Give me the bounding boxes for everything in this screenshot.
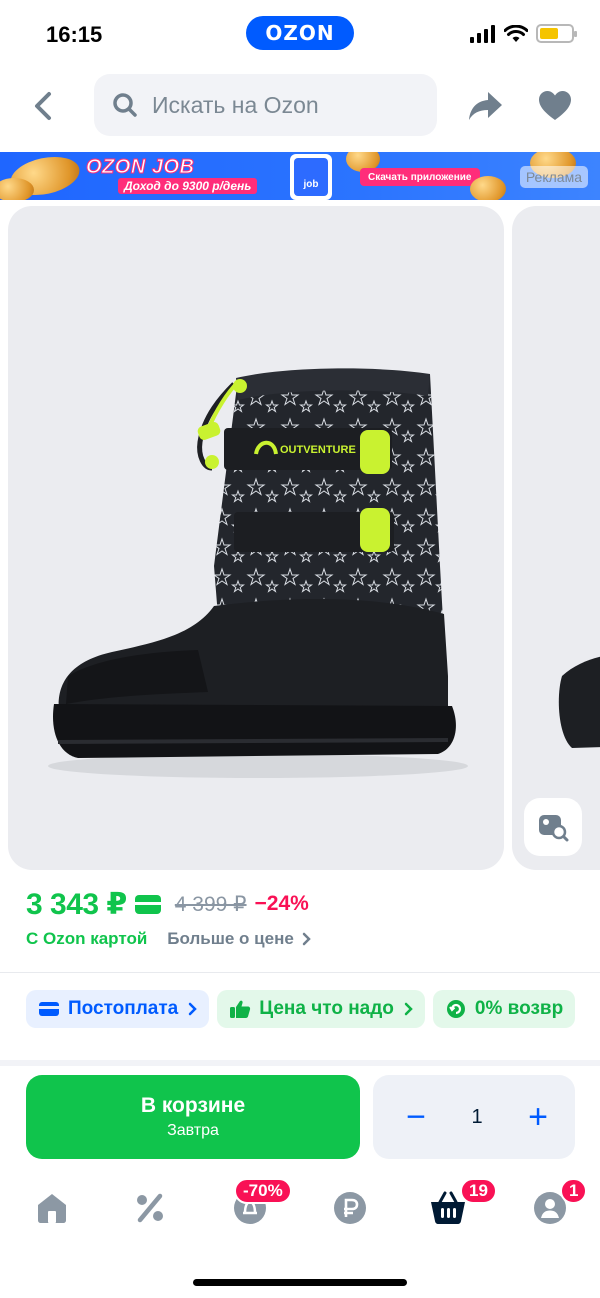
feature-chips: Постоплата Цена что надо 0% возвр [26,990,576,1030]
header [0,72,600,138]
chip-postpay[interactable]: Постоплата [26,990,210,1028]
in-cart-button[interactable]: В корзине Завтра [26,1075,360,1159]
sale-badge: -70% [234,1178,292,1204]
chip-label: 0% возвр [474,998,564,1019]
chip-label: Постоплата [68,998,179,1019]
status-bar: 16:15 OZON [0,0,600,70]
search-input[interactable] [152,91,412,119]
price-row: 3 343 ₽ 4 399 ₽ −24% [26,884,309,924]
boot-image-next [558,656,600,748]
chevron-right-icon [188,1002,198,1016]
photo-search-button[interactable] [524,798,582,856]
ozon-logo: OZON [246,16,354,50]
delivery-date: Завтра [167,1122,219,1139]
return-icon [446,1000,465,1018]
boot-brand: OUTVENTURE [280,444,356,456]
nav-home[interactable] [32,1188,72,1228]
quantity-stepper[interactable]: − 1 + [373,1075,575,1159]
chip-label: Цена что надо [259,998,394,1019]
status-icons [470,24,577,43]
section-gap [0,1060,600,1066]
divider [0,972,600,973]
product-photo[interactable]: OUTVENTURE [8,206,504,870]
bottom-navigation: -70% 19 1 [0,1176,600,1246]
favorite-button[interactable] [538,90,572,122]
more-about-price-link[interactable]: Больше о цене [167,929,294,949]
chevron-right-icon [302,932,311,946]
phone-illustration: job [290,154,332,200]
ozon-card-label: С Ozon картой [26,929,148,948]
cart-label: В корзине [140,1094,246,1117]
image-search-icon [539,815,569,842]
search-icon [113,93,137,117]
chip-good-price[interactable]: Цена что надо [217,990,425,1028]
status-time: 16:15 [46,22,103,47]
discount: −24% [254,892,309,915]
banner-cta[interactable]: Скачать приложение [360,168,480,186]
boot-image: OUTVENTURE [48,368,468,778]
phone-label: job [294,158,328,196]
wifi-icon [504,24,528,42]
nav-finance[interactable] [330,1188,370,1228]
chip-returns[interactable]: 0% возвр [432,990,576,1028]
decrease-button[interactable]: − [401,1100,431,1134]
signal-icon [470,24,495,43]
home-icon [38,1194,66,1223]
cart-badge: 19 [460,1178,497,1204]
card-icon [39,1002,59,1016]
coin-decoration [470,176,506,200]
ozon-card-icon [134,894,161,914]
thumbs-up-icon [230,1000,251,1018]
profile-badge: 1 [560,1178,588,1204]
home-indicator [193,1279,407,1286]
percent-icon [137,1193,163,1223]
price-details: С Ozon картой Больше о цене [26,928,312,950]
ad-label: Реклама [519,166,588,188]
product-gallery[interactable]: OUTVENTURE [8,206,600,870]
nav-discounts[interactable] [130,1188,170,1228]
banner-title: OZON JOB [85,156,195,179]
banner-subtitle: Доход до 9300 р/день [118,178,258,194]
back-button[interactable] [26,86,62,126]
price: 3 343 ₽ [26,887,127,921]
ruble-icon [334,1192,366,1224]
chevron-right-icon [404,1002,413,1016]
share-button[interactable] [466,88,504,124]
old-price: 4 399 ₽ [174,892,247,916]
increase-button[interactable]: + [523,1100,553,1134]
product-photo-next[interactable] [512,206,600,870]
battery-icon [536,24,577,43]
coin-decoration [0,178,34,200]
quantity-value: 1 [471,1105,483,1128]
search-bar[interactable] [94,74,437,136]
ad-banner[interactable]: OZON JOB Доход до 9300 р/день job Скачат… [0,152,600,200]
